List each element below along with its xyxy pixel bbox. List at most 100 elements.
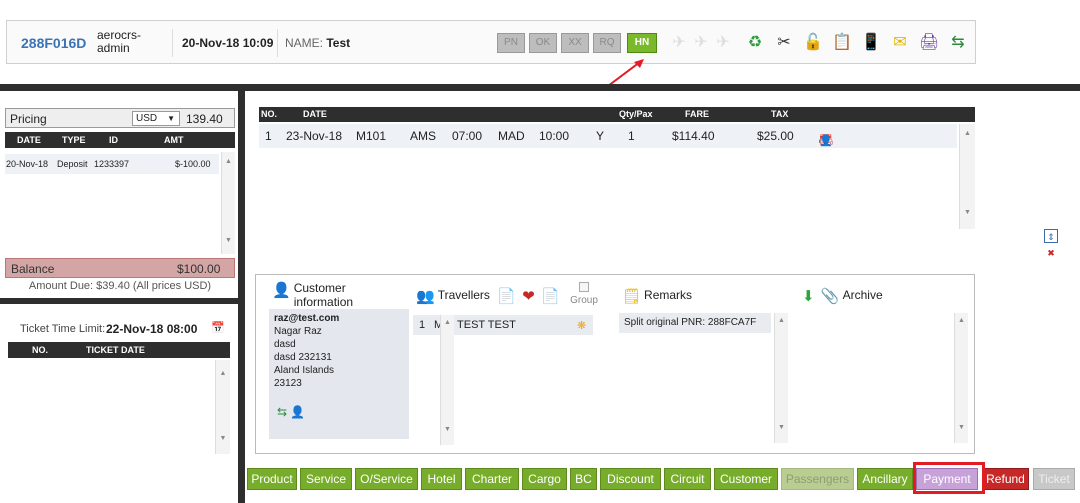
column-header: NO. — [32, 345, 49, 355]
customer-details[interactable]: raz@test.com Nagar Raz dasd dasd 232131 … — [269, 309, 409, 439]
pricing-total: 139.40 — [186, 112, 223, 126]
currency-select[interactable]: USD ▼ — [132, 111, 180, 126]
mail-icon[interactable]: ✉ — [890, 33, 910, 53]
column-header: TAX — [771, 109, 789, 119]
plane-icon[interactable]: ✈ — [669, 33, 689, 53]
balance-row: Balance $100.00 — [5, 258, 235, 278]
traveller-no: 1 — [419, 319, 426, 331]
table-row[interactable]: 1 23-Nov-18 M101 AMS 07:00 MAD 10:00 Y 1… — [259, 124, 957, 148]
list-item[interactable]: Split original PNR: 288FCA7F — [619, 313, 771, 333]
mobile-icon[interactable]: 📱 — [861, 33, 881, 53]
payment-amount: $-100.00 — [175, 159, 211, 169]
tab-hotel[interactable]: Hotel — [421, 468, 462, 490]
balance-label: Balance — [11, 262, 55, 276]
status-xx-button[interactable]: XX — [561, 33, 589, 53]
pricing-title: Pricing — [10, 112, 47, 126]
tab-discount[interactable]: Discount — [600, 468, 661, 490]
scrollbar[interactable]: ▲ ▼ — [774, 313, 788, 443]
archive-title-text: Archive — [842, 288, 883, 302]
printer-icon[interactable]: 🖨 — [919, 33, 939, 53]
booking-info-panel: 👤 Customer information raz@test.com Naga… — [255, 274, 975, 454]
column-header: TICKET DATE — [86, 345, 145, 355]
pricing-header: Pricing USD ▼ 139.40 — [5, 108, 235, 128]
travellers-title: 👥 Travellers 📄 ❤ 📄 — [416, 287, 563, 305]
segment-from: AMS — [410, 129, 437, 143]
ticket-limit-value: 22-Nov-18 08:00 — [106, 322, 198, 336]
tab-customer[interactable]: Customer — [714, 468, 778, 490]
scrollbar[interactable]: ▲ ▼ — [221, 152, 235, 254]
ticket-limit-header: Ticket Time Limit: 22-Nov-18 08:00 📅 — [8, 320, 230, 340]
customer-line: 23123 — [274, 378, 302, 389]
checkbox[interactable] — [579, 282, 589, 292]
download-icon[interactable]: ⬇ — [802, 287, 815, 305]
document-icon[interactable]: 📄 — [497, 287, 516, 305]
tab-product[interactable]: Product — [247, 468, 297, 490]
heart-icon[interactable]: ❤ — [522, 287, 535, 305]
tab-cargo[interactable]: Cargo — [522, 468, 567, 490]
status-pn-button[interactable]: PN — [497, 33, 525, 53]
column-header: NO. — [261, 109, 278, 119]
group-label: Group — [570, 295, 598, 306]
booking-name: NAME: Test — [285, 36, 350, 50]
status-hn-button[interactable]: HN — [627, 33, 657, 53]
status-rq-button[interactable]: RQ — [593, 33, 621, 53]
table-row[interactable]: 20-Nov-18 Deposit 1233397 $-100.00 — [5, 154, 219, 174]
ticket-limit-panel: Ticket Time Limit: 22-Nov-18 08:00 📅 NO.… — [8, 320, 230, 456]
lock-icon[interactable]: 🔓 — [803, 33, 823, 53]
tab-o-service[interactable]: O/Service — [355, 468, 418, 490]
status-ok-button[interactable]: OK — [529, 33, 557, 53]
column-header: ID — [109, 135, 118, 145]
swap-icon[interactable]: ⇆ — [277, 405, 287, 419]
frame-divider — [0, 84, 1080, 91]
segment-date: 23-Nov-18 — [286, 129, 343, 143]
recycle-icon[interactable]: ♻ — [745, 33, 765, 53]
segment-no: 1 — [265, 129, 272, 143]
passenger-icon[interactable]: 👤 — [819, 134, 833, 147]
scrollbar[interactable]: ▲ ▼ — [215, 360, 230, 454]
star-icon[interactable]: ❋ — [577, 319, 586, 332]
add-document-icon[interactable]: 📄 — [541, 287, 560, 305]
scrollbar[interactable]: ▲ ▼ — [440, 315, 454, 445]
tab-ticket[interactable]: Ticket — [1033, 468, 1075, 490]
attachment-icon[interactable]: 📎 — [821, 287, 840, 305]
divider — [172, 29, 173, 57]
balance-value: $100.00 — [177, 262, 221, 276]
segment-arrival: 10:00 — [539, 129, 570, 143]
users-icon: 👥 — [416, 288, 435, 305]
travellers-title-text: Travellers — [437, 288, 490, 302]
expand-icon[interactable]: ⇕ — [1044, 229, 1058, 243]
scissors-icon[interactable]: ✂ — [774, 33, 794, 53]
remarks-title-text: Remarks — [644, 288, 693, 302]
segment-qty: 1 — [628, 129, 635, 143]
payment-id: 1233397 — [94, 159, 130, 169]
tab-charter[interactable]: Charter — [465, 468, 519, 490]
column-header: FARE — [685, 109, 710, 119]
scrollbar[interactable]: ▲ ▼ — [959, 124, 975, 229]
segment-tax: $25.00 — [757, 129, 794, 143]
payment-date: 20-Nov-18 — [6, 159, 49, 169]
clipboard-icon[interactable]: 📋 — [832, 33, 852, 53]
close-icon[interactable]: ✖ — [1044, 246, 1058, 260]
pnr-code[interactable]: 288F016D — [21, 35, 86, 51]
tab-ancillary[interactable]: Ancillary — [857, 468, 913, 490]
swap-icon[interactable]: ⇆ — [948, 33, 968, 53]
scrollbar[interactable]: ▲ ▼ — [954, 313, 968, 443]
name-value: Test — [326, 36, 351, 50]
plane-icon[interactable]: ✈ — [691, 33, 711, 53]
divider — [277, 29, 278, 57]
customer-actions: ⇆ 👤 — [277, 406, 305, 419]
tab-refund[interactable]: Refund — [982, 468, 1029, 490]
tab-passengers[interactable]: Passengers — [781, 468, 854, 490]
tab-circuit[interactable]: Circuit — [664, 468, 711, 490]
tab-bc[interactable]: BC — [570, 468, 597, 490]
payment-type: Deposit — [57, 159, 88, 169]
column-header: DATE — [17, 135, 41, 145]
user-edit-icon[interactable]: 👤 — [290, 405, 305, 419]
tab-service[interactable]: Service — [300, 468, 352, 490]
group-checkbox[interactable]: Group — [569, 282, 599, 306]
segment-fare: $114.40 — [672, 129, 715, 143]
calendar-icon[interactable]: 📅 — [211, 321, 225, 334]
customer-line: dasd — [274, 339, 296, 350]
amount-due: Amount Due: $39.40 (All prices USD) — [28, 280, 212, 292]
plane-icon[interactable]: ✈ — [713, 33, 733, 53]
